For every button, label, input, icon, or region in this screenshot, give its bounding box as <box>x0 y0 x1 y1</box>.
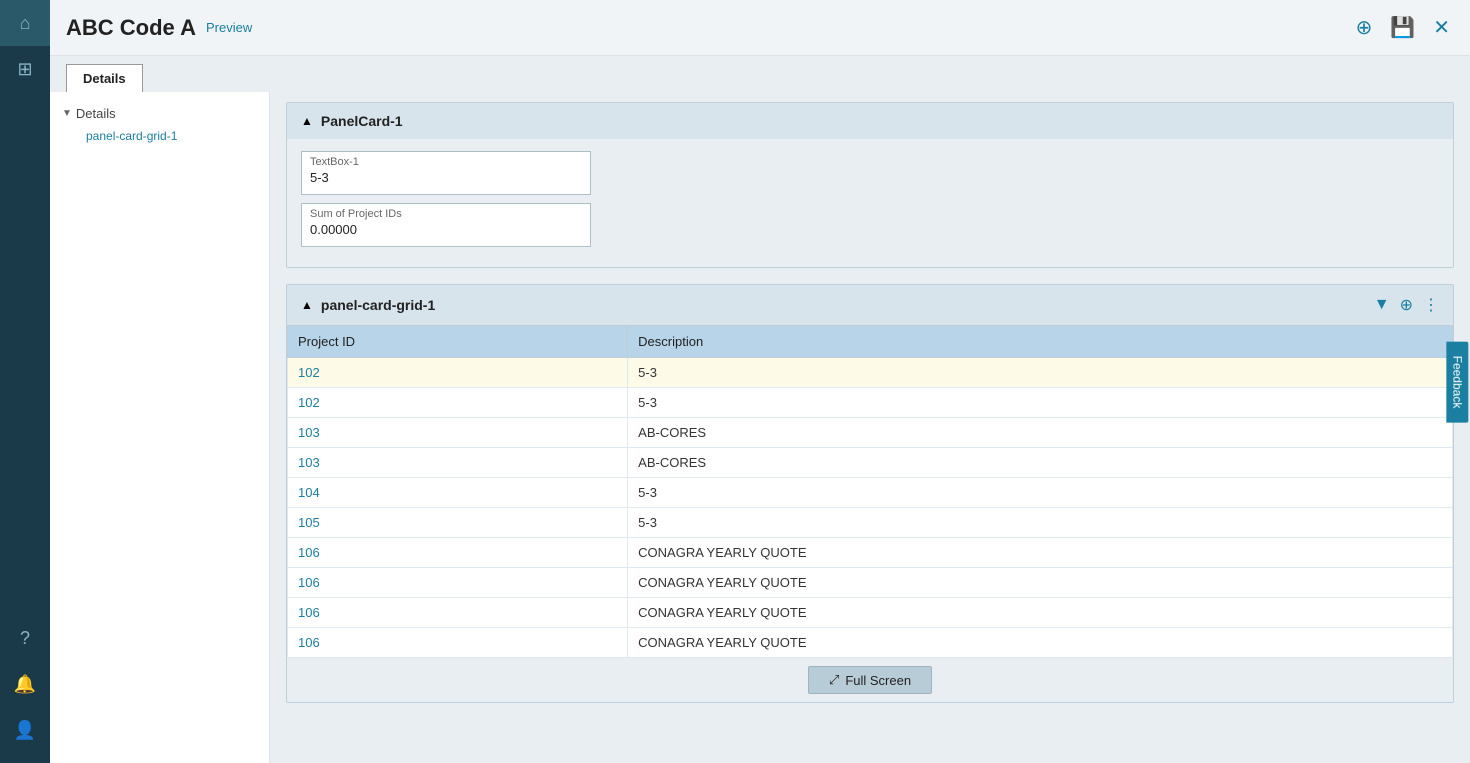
filter-icon[interactable]: ▼ <box>1374 296 1390 314</box>
add-button[interactable]: ⊕ <box>1352 11 1377 44</box>
sum-field: Sum of Project IDs 0.00000 <box>301 203 591 247</box>
sum-label: Sum of Project IDs <box>310 208 582 220</box>
panel-card-1-title: PanelCard-1 <box>321 113 403 129</box>
fullscreen-label: Full Screen <box>845 673 911 688</box>
right-panel: ▲ PanelCard-1 TextBox-1 5-3 Sum of Proje… <box>270 92 1470 763</box>
cell-project-id[interactable]: 106 <box>288 628 628 658</box>
fullscreen-icon: ⤢ <box>829 672 839 688</box>
cell-project-id[interactable]: 106 <box>288 598 628 628</box>
cell-project-id[interactable]: 106 <box>288 538 628 568</box>
textbox-1-field: TextBox-1 5-3 <box>301 151 591 195</box>
panel-card-grid-collapse-icon[interactable]: ▲ <box>301 298 313 312</box>
panel-card-grid: ▲ panel-card-grid-1 ▼ ⊕ ⋮ Project ID Des… <box>286 284 1454 703</box>
cell-description: CONAGRA YEARLY QUOTE <box>628 538 1453 568</box>
cell-project-id[interactable]: 103 <box>288 448 628 478</box>
cell-project-id[interactable]: 102 <box>288 388 628 418</box>
cell-project-id[interactable]: 106 <box>288 568 628 598</box>
panel-card-1: ▲ PanelCard-1 TextBox-1 5-3 Sum of Proje… <box>286 102 1454 268</box>
sidebar-user-icon[interactable]: 👤 <box>0 707 50 753</box>
panel-card-grid-body: Project ID Description 1025-31025-3103AB… <box>287 325 1453 702</box>
table-row[interactable]: 106CONAGRA YEARLY QUOTE <box>288 598 1453 628</box>
more-options-icon[interactable]: ⋮ <box>1423 295 1439 315</box>
tab-bar: Details <box>50 56 1470 92</box>
table-row[interactable]: 1025-3 <box>288 358 1453 388</box>
header-left: ABC Code A Preview <box>66 15 252 41</box>
sidebar-bell-icon[interactable]: 🔔 <box>0 661 50 707</box>
cell-description: 5-3 <box>628 388 1453 418</box>
table-row[interactable]: 106CONAGRA YEARLY QUOTE <box>288 568 1453 598</box>
cell-description: 5-3 <box>628 508 1453 538</box>
panel-card-1-body: TextBox-1 5-3 Sum of Project IDs 0.00000 <box>287 139 1453 267</box>
header: ABC Code A Preview ⊕ 💾 ✕ <box>50 0 1470 56</box>
grid-table: Project ID Description 1025-31025-3103AB… <box>287 325 1453 658</box>
cell-description: CONAGRA YEARLY QUOTE <box>628 598 1453 628</box>
fullscreen-bar: ⤢ Full Screen <box>287 658 1453 702</box>
save-button[interactable]: 💾 <box>1386 11 1419 44</box>
cell-project-id[interactable]: 105 <box>288 508 628 538</box>
cell-description: AB-CORES <box>628 418 1453 448</box>
sidebar-item-panel-card-grid[interactable]: panel-card-grid-1 <box>62 125 257 147</box>
fullscreen-button[interactable]: ⤢ Full Screen <box>808 666 932 694</box>
table-row[interactable]: 1045-3 <box>288 478 1453 508</box>
cell-description: AB-CORES <box>628 448 1453 478</box>
sidebar-grid-icon[interactable]: ⊞ <box>0 46 50 92</box>
feedback-tab[interactable]: Feedback <box>1447 341 1469 422</box>
cell-project-id[interactable]: 103 <box>288 418 628 448</box>
textbox-1-label: TextBox-1 <box>310 156 582 168</box>
table-row[interactable]: 103AB-CORES <box>288 418 1453 448</box>
col-project-id[interactable]: Project ID <box>288 326 628 358</box>
details-section-label: Details <box>76 106 116 121</box>
preview-badge: Preview <box>206 20 252 35</box>
textbox-1-value[interactable]: 5-3 <box>310 170 582 185</box>
cell-description: CONAGRA YEARLY QUOTE <box>628 568 1453 598</box>
table-row[interactable]: 103AB-CORES <box>288 448 1453 478</box>
add-row-icon[interactable]: ⊕ <box>1400 295 1413 315</box>
table-row[interactable]: 1055-3 <box>288 508 1453 538</box>
close-button[interactable]: ✕ <box>1429 11 1454 44</box>
cell-description: 5-3 <box>628 478 1453 508</box>
panel-card-grid-title: panel-card-grid-1 <box>321 297 435 313</box>
header-actions: ⊕ 💾 ✕ <box>1352 11 1454 44</box>
cell-description: 5-3 <box>628 358 1453 388</box>
sum-value: 0.00000 <box>310 222 582 237</box>
cell-description: CONAGRA YEARLY QUOTE <box>628 628 1453 658</box>
details-section: ▼ Details panel-card-grid-1 <box>50 102 269 151</box>
sidebar-help-icon[interactable]: ? <box>0 615 50 661</box>
panel-card-1-collapse-icon[interactable]: ▲ <box>301 114 313 128</box>
grid-header-actions: ▼ ⊕ ⋮ <box>1374 295 1439 315</box>
details-toggle[interactable]: ▼ Details <box>62 106 257 121</box>
cell-project-id[interactable]: 104 <box>288 478 628 508</box>
table-row[interactable]: 106CONAGRA YEARLY QUOTE <box>288 538 1453 568</box>
toggle-arrow-icon: ▼ <box>62 108 72 119</box>
panel-card-grid-header: ▲ panel-card-grid-1 ▼ ⊕ ⋮ <box>287 285 1453 325</box>
left-panel: ▼ Details panel-card-grid-1 <box>50 92 270 763</box>
col-description[interactable]: Description <box>628 326 1453 358</box>
table-row[interactable]: 1025-3 <box>288 388 1453 418</box>
table-row[interactable]: 106CONAGRA YEARLY QUOTE <box>288 628 1453 658</box>
main-content: ABC Code A Preview ⊕ 💾 ✕ Details ▼ Detai… <box>50 0 1470 763</box>
tab-details[interactable]: Details <box>66 64 143 92</box>
cell-project-id[interactable]: 102 <box>288 358 628 388</box>
panel-card-1-header: ▲ PanelCard-1 <box>287 103 1453 139</box>
sidebar-home-icon[interactable]: ⌂ <box>0 0 50 46</box>
body-layout: ▼ Details panel-card-grid-1 ▲ PanelCard-… <box>50 92 1470 763</box>
sidebar: ⌂ ⊞ ? 🔔 👤 <box>0 0 50 763</box>
page-title: ABC Code A <box>66 15 196 41</box>
